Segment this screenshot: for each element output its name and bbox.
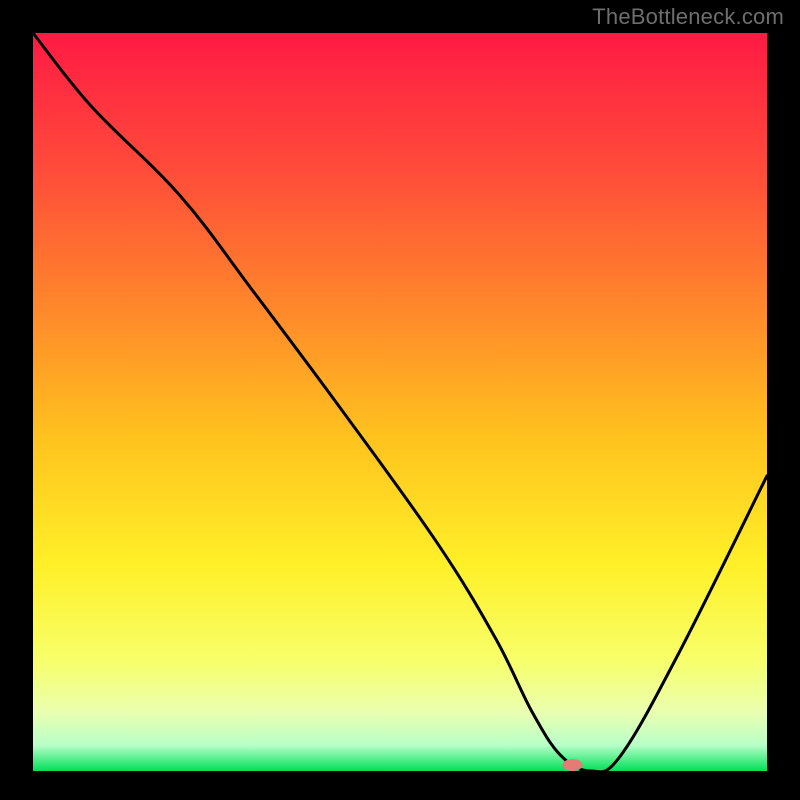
bottleneck-chart [0,0,800,800]
optimal-marker [562,759,582,771]
plot-background [33,33,767,771]
watermark-text: TheBottleneck.com [592,4,784,30]
chart-frame: TheBottleneck.com [0,0,800,800]
